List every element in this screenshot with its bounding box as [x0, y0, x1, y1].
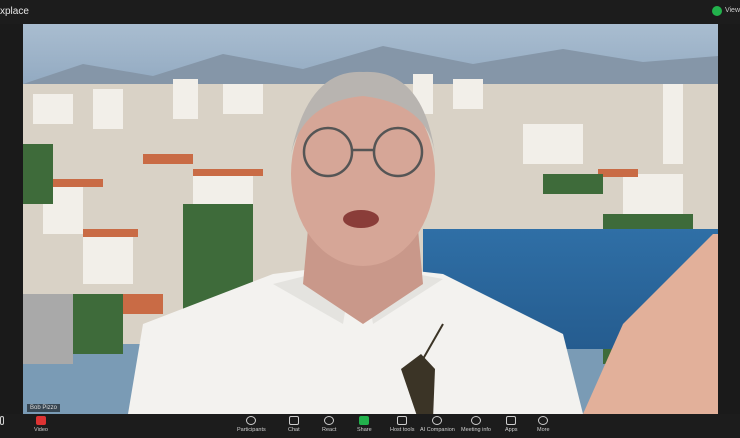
info-icon — [470, 416, 481, 425]
shield-check-icon[interactable] — [712, 6, 722, 16]
more-icon — [538, 416, 549, 425]
participant-name-tag: Bob Pizzo — [27, 404, 61, 412]
react-button[interactable]: React — [322, 416, 336, 433]
chat-bubble-icon — [288, 416, 299, 425]
microphone-icon — [0, 416, 4, 425]
host-tools-button[interactable]: Host tools — [390, 416, 414, 433]
window-title: xplace — [0, 6, 29, 17]
video-feed: Bob Pizzo — [23, 24, 718, 414]
apps-button[interactable]: Apps — [505, 416, 518, 433]
participant-video — [128, 71, 718, 414]
more-button[interactable]: More — [537, 416, 550, 433]
view-button[interactable]: View — [725, 7, 740, 14]
share-button[interactable]: Share — [357, 416, 372, 433]
apps-icon — [506, 416, 517, 425]
participants-button[interactable]: Participants — [237, 416, 266, 433]
video-button[interactable]: Video — [34, 416, 48, 433]
meeting-toolbar: Video Participants Chat React Share Host… — [0, 414, 740, 438]
meeting-info-button[interactable]: Meeting info — [461, 416, 491, 433]
heart-icon — [324, 416, 335, 425]
share-screen-icon — [359, 416, 370, 425]
audio-button[interactable] — [0, 416, 4, 427]
video-off-icon — [35, 416, 46, 425]
people-icon — [246, 416, 257, 425]
ai-companion-button[interactable]: AI Companion — [420, 416, 455, 433]
shield-icon — [397, 416, 408, 425]
sparkle-icon — [432, 416, 443, 425]
title-bar: xplace View — [0, 0, 740, 24]
chat-button[interactable]: Chat — [288, 416, 300, 433]
